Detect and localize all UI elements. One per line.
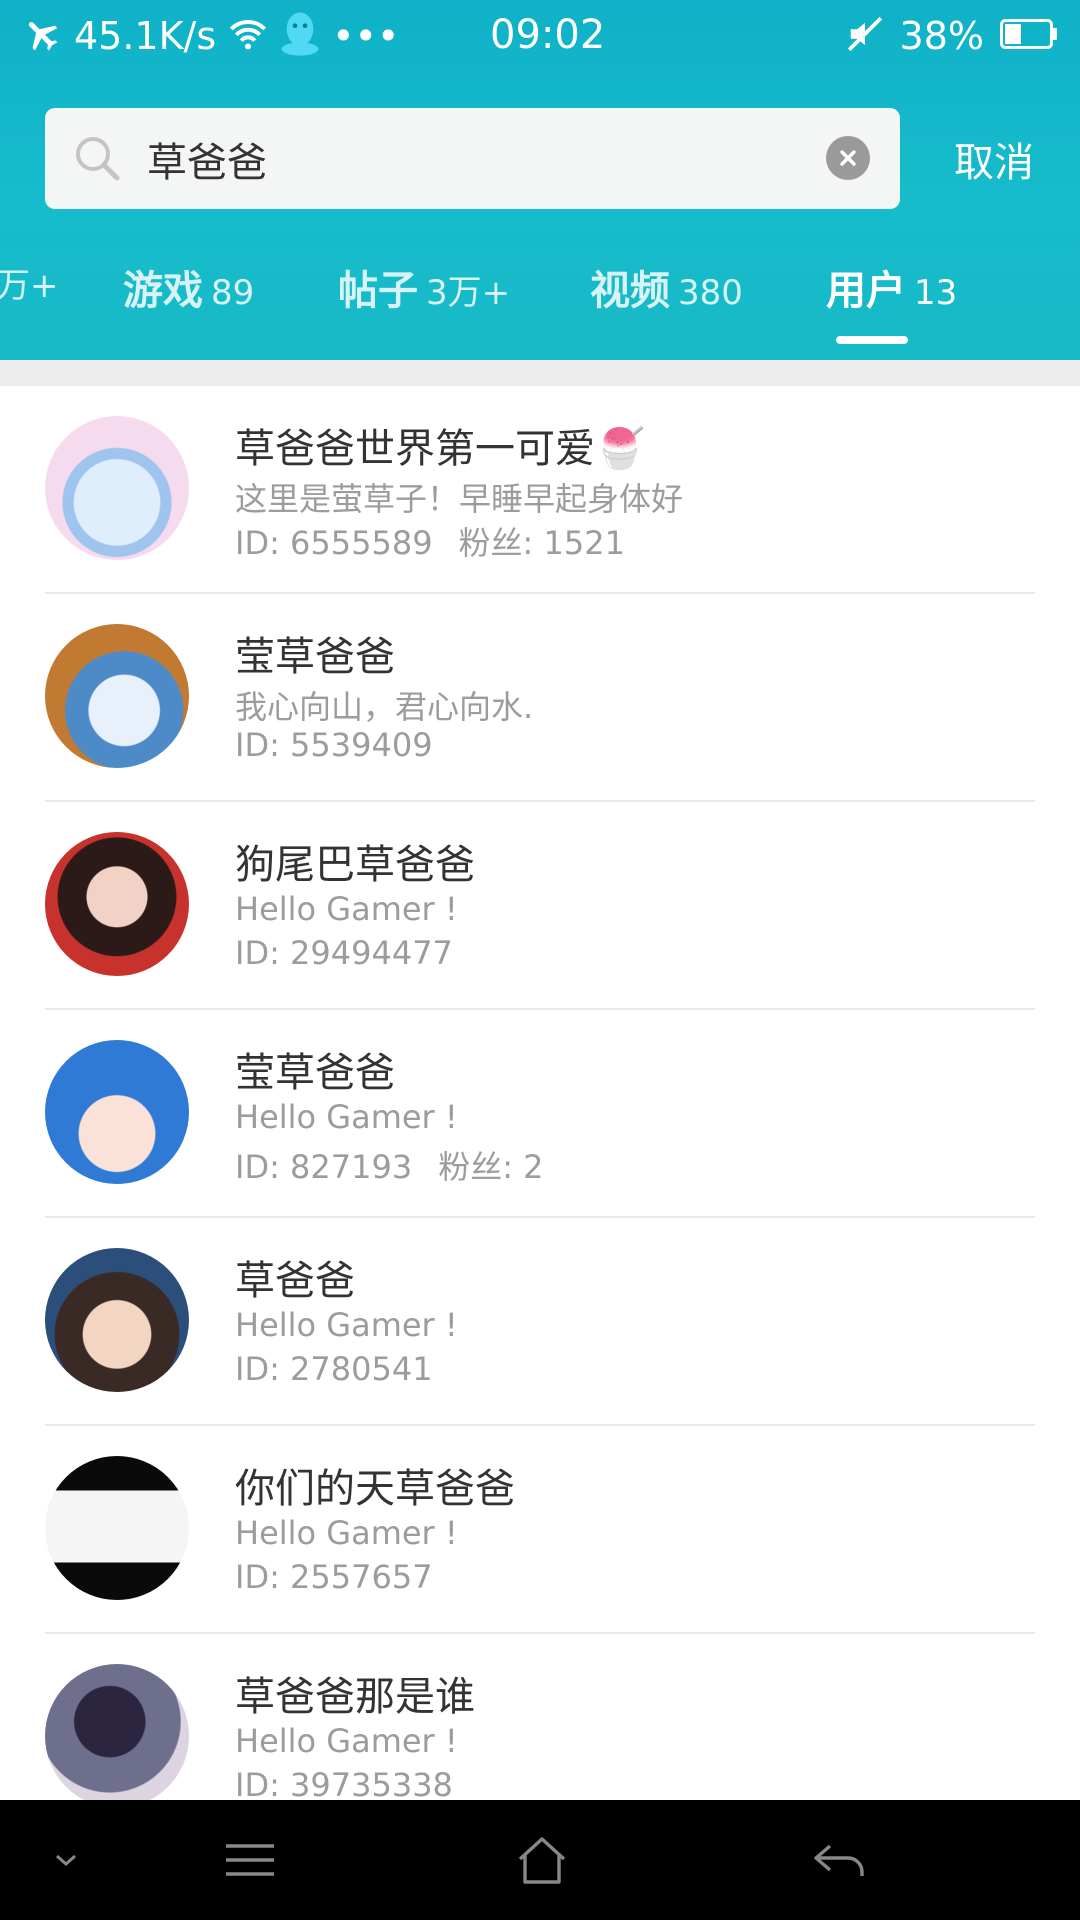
clear-icon[interactable] <box>826 136 870 180</box>
user-bio: 这里是萤草子！早睡早起身体好 <box>235 480 684 518</box>
user-list: 草爸爸世界第一可爱🍧 这里是萤草子！早睡早起身体好 ID: 6555589 粉丝:… <box>0 386 1080 1840</box>
user-name: 狗尾巴草爸爸 <box>235 842 475 888</box>
more-notifications: ••• <box>332 14 400 58</box>
tab-games[interactable]: 游戏 89 <box>123 258 254 316</box>
avatar[interactable] <box>45 1664 189 1808</box>
home-icon[interactable] <box>510 1828 574 1892</box>
user-meta: ID: 6555589 粉丝: 1521 <box>235 518 625 564</box>
user-name: 莹草爸爸 <box>235 1050 395 1096</box>
divider-strip <box>0 360 1080 386</box>
cancel-button[interactable]: 取消 <box>954 130 1034 188</box>
user-fans: 粉丝: 1521 <box>458 524 625 562</box>
chevron-down-icon[interactable] <box>34 1828 98 1892</box>
list-item[interactable]: 你们的天草爸爸 Hello Gamer ! ID: 2557657 <box>45 1426 1035 1634</box>
user-meta: ID: 39735338 <box>235 1766 479 1804</box>
avatar[interactable] <box>45 1040 189 1184</box>
network-speed: 45.1K/s <box>74 14 217 58</box>
user-meta: ID: 29494477 <box>235 934 479 972</box>
list-item[interactable]: 草爸爸世界第一可爱🍧 这里是萤草子！早睡早起身体好 ID: 6555589 粉丝:… <box>45 386 1035 594</box>
qq-icon <box>280 10 320 62</box>
list-item[interactable]: 莹草爸爸 Hello Gamer ! ID: 827193 粉丝: 2 <box>45 1010 1035 1218</box>
user-fans: 粉丝: 2 <box>438 1148 544 1186</box>
clock: 09:02 <box>490 12 606 58</box>
list-item[interactable]: 草爸爸 Hello Gamer ! ID: 2780541 <box>45 1218 1035 1426</box>
back-icon[interactable] <box>808 1828 872 1892</box>
list-item[interactable]: 狗尾巴草爸爸 Hello Gamer ! ID: 29494477 <box>45 802 1035 1010</box>
user-bio: Hello Gamer ! <box>235 1722 458 1760</box>
user-meta: ID: 2557657 <box>235 1558 459 1596</box>
user-id: ID: 2557657 <box>235 1558 433 1596</box>
tab-posts[interactable]: 帖子 3万+ <box>338 258 510 316</box>
avatar[interactable] <box>45 1456 189 1600</box>
mute-icon <box>846 15 884 57</box>
user-id: ID: 827193 <box>235 1148 413 1186</box>
status-bar: 45.1K/s ••• 09:02 38% <box>0 0 1080 72</box>
tab-users[interactable]: 用户 13 <box>826 258 957 316</box>
user-id: ID: 29494477 <box>235 934 453 972</box>
user-id: ID: 6555589 <box>235 524 433 562</box>
user-meta: ID: 5539409 <box>235 726 459 764</box>
user-name: 草爸爸 <box>235 1258 355 1304</box>
user-id: ID: 39735338 <box>235 1766 453 1804</box>
user-name: 莹草爸爸 <box>235 634 395 680</box>
user-bio: Hello Gamer ! <box>235 1098 458 1136</box>
list-item[interactable]: 莹草爸爸 我心向山，君心向水. ID: 5539409 <box>45 594 1035 802</box>
tab-partial[interactable]: 万+ <box>0 258 59 307</box>
avatar[interactable] <box>45 832 189 976</box>
battery-percent: 38% <box>899 14 984 58</box>
user-name: 你们的天草爸爸 <box>235 1466 515 1512</box>
avatar[interactable] <box>45 1248 189 1392</box>
user-bio: Hello Gamer ! <box>235 890 458 928</box>
avatar[interactable] <box>45 416 189 560</box>
avatar[interactable] <box>45 624 189 768</box>
airplane-icon <box>22 14 62 58</box>
search-box[interactable] <box>45 108 900 209</box>
battery-icon <box>1000 19 1058 53</box>
user-name: 草爸爸世界第一可爱🍧 <box>235 426 645 472</box>
navigation-bar <box>0 1800 1080 1920</box>
header: 45.1K/s ••• 09:02 38% 取 <box>0 0 1080 360</box>
user-meta: ID: 827193 粉丝: 2 <box>235 1142 544 1188</box>
user-id: ID: 2780541 <box>235 1350 433 1388</box>
user-bio: 我心向山，君心向水. <box>235 688 534 726</box>
user-bio: Hello Gamer ! <box>235 1514 458 1552</box>
search-input[interactable] <box>145 126 749 192</box>
wifi-icon <box>228 16 268 56</box>
search-icon <box>73 134 123 184</box>
menu-icon[interactable] <box>218 1828 282 1892</box>
category-tabs: 万+ 游戏 89 帖子 3万+ 视频 380 用户 13 <box>0 258 1080 328</box>
tab-indicator <box>836 336 908 344</box>
user-name: 草爸爸那是谁 <box>235 1674 475 1720</box>
user-meta: ID: 2780541 <box>235 1350 459 1388</box>
user-bio: Hello Gamer ! <box>235 1306 458 1344</box>
user-id: ID: 5539409 <box>235 726 433 764</box>
tab-videos[interactable]: 视频 380 <box>590 258 743 316</box>
